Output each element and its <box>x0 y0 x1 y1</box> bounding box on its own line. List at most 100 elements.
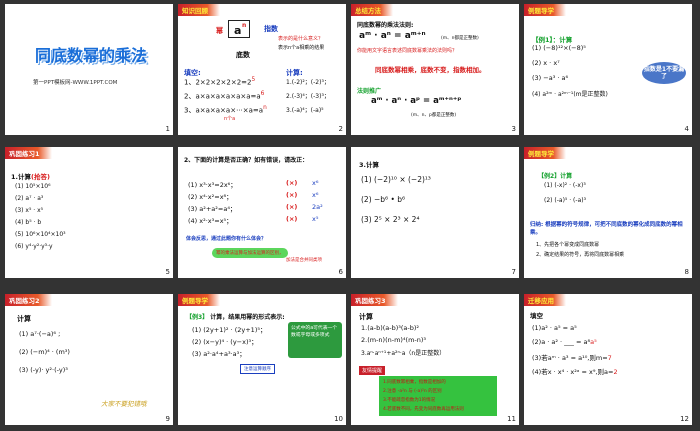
check-item-1: (1) x³·x³=2x⁶； <box>188 181 237 189</box>
check-mark-3: (×) <box>286 203 298 211</box>
slide-4-thumbnail[interactable]: 例题导学 【例1】：计算 (1) (−8)¹²×(−8)⁵ (2) x · x⁷… <box>524 4 692 135</box>
slide-ribbon: 总结方法 <box>351 4 393 16</box>
slide-7-thumbnail[interactable]: 3.计算 (1) (−2)¹⁰ × (−2)¹³ (2) −b⁶ • b⁶ (3… <box>351 147 519 278</box>
question-1: 表示的是什么意义？ <box>278 36 324 42</box>
calc-item-2: (2) (−m)⁴ · (m³) <box>19 348 70 356</box>
example-item-4: (4) a²ᵐ · a²ᵐ⁻¹(m是正整数) <box>532 91 608 98</box>
slide-number: 9 <box>165 415 170 423</box>
exercise-item-3: (3) x⁵ · x⁵ <box>15 207 44 214</box>
fill-item-1: (1)a² · a⁵ = a⁵ <box>532 324 577 332</box>
rule-question: 你能用文字语言表述同底数幂乘法的法则吗？ <box>357 48 458 54</box>
slide-3-thumbnail[interactable]: 总结方法 同底数幂的乘法法则: aᵐ · aⁿ = aᵐ⁺ⁿ (m、n都是正整数… <box>351 4 519 135</box>
correct-answer-2: x⁶ <box>312 191 319 199</box>
example-label: 【例3】 <box>186 314 209 321</box>
rule-title: 同底数幂的乘法法则: <box>357 22 414 29</box>
slide-number: 12 <box>680 415 689 423</box>
fill-item-1: 1、2×2×2×2×2=25 <box>184 77 256 87</box>
question-2: 表示n个a相乘的结果 <box>278 45 325 51</box>
tips-box: 1.同底数幂相乘，指数是相加的 2.注意 -a²n 与 (-a)²n 的区别 3… <box>379 376 497 416</box>
example-item-2: (2) (-a)⁵ · (-a)³ <box>544 197 586 204</box>
slide-ribbon: 迁移应用 <box>524 294 566 306</box>
fill-item-3: (3)若aᵐ · a³ = a¹⁰,则m=7 <box>532 354 612 362</box>
example-item-1: (1) (2y+1)² · (2y+1)⁵； <box>192 326 267 334</box>
reflect-prompt: 体会反思，通过此题你有什么体会？ <box>186 236 267 242</box>
slide-number: 1 <box>165 125 170 133</box>
example-text: 计算，结果用幂的形式表示: <box>210 314 285 321</box>
ext-formula: aᵐ · aⁿ · aᵖ = aᵐ⁺ⁿ⁺ᵖ <box>371 96 462 106</box>
fill-item-2: (2)a · a² · ___ = a⁸a⁵ <box>532 338 597 346</box>
calc-item-1: (1) (−2)¹⁰ × (−2)¹³ <box>361 175 431 184</box>
exercise-item-2: (2) a⁷ · a³ <box>15 195 44 202</box>
rule-condition: (m、n都是正整数) <box>441 36 479 41</box>
slide-number: 11 <box>507 415 516 423</box>
slide-number: 2 <box>338 125 343 133</box>
tip-2: 2.注意 -a²n 与 (-a)²n 的区别 <box>383 389 442 394</box>
exercise-item-5: (5) 10⁶×10⁴×10³ <box>15 231 66 238</box>
exercise-item-1: (1) 10⁵×10⁶ <box>15 183 51 190</box>
slide-11-thumbnail[interactable]: 巩固练习3 计算 1.(a-b)(a-b)³(a-b)² 2.(m-n)(n-m… <box>351 294 519 425</box>
example-label: 【例2】计算 <box>538 173 573 180</box>
calc-item-3: (3) (-y)· y²·(-y)³ <box>19 366 68 374</box>
fill-item-2: 2、a×a×a×a×a×a=a6 <box>184 91 265 101</box>
order-note: 注意运算顺序 <box>240 364 275 374</box>
calc-item-1: 1.(-2)²；(-2)³； <box>286 79 330 86</box>
exercise-item-6: (6) y⁴·y²·y³·y <box>15 243 53 250</box>
slide-1-thumbnail[interactable]: 同底数幂的乘法 第一PPT模板网-WWW.1PPT.COM 1 <box>5 4 173 135</box>
slide-number: 3 <box>511 125 516 133</box>
footer-word: 大家不要犯错哦 <box>101 400 147 408</box>
calc-item-3: 3.(-a)⁴；(-a)⁵ <box>286 107 324 114</box>
slide-number: 6 <box>338 268 343 276</box>
hint-bubble: 指数是1不要漏了 <box>642 62 686 84</box>
slide-title: 同底数幂的乘法 <box>35 46 148 65</box>
correct-answer-1: x⁶ <box>312 179 319 187</box>
check-item-2: (2) x⁴·x²=x⁸； <box>188 193 233 201</box>
check-mark-1: (×) <box>286 179 298 187</box>
example-label: 【例1】：计算 <box>532 36 573 44</box>
slide-6-thumbnail[interactable]: 2、下面的计算是否正确？如有错误，请改正： (1) x³·x³=2x⁶； (2)… <box>178 147 346 278</box>
calc-note: (抢答) <box>31 173 50 181</box>
slide-number: 7 <box>511 268 516 276</box>
slide-2-thumbnail[interactable]: 知识回顾 幂 a n 指数 底数 表示的是什么意义？ 表示n个a相乘的结果 填空… <box>178 4 346 135</box>
calc-label: 计算 <box>17 315 31 323</box>
slide-ribbon: 巩固练习1 <box>5 147 52 159</box>
ext-condition: (m、n、p都是正整数) <box>411 113 457 118</box>
slide-number: 10 <box>334 415 343 423</box>
slide-10-thumbnail[interactable]: 例题导学 【例3】 计算，结果用幂的形式表示: (1) (2y+1)² · (2… <box>178 294 346 425</box>
calc-item-2: (2) −b⁶ • b⁶ <box>361 195 406 204</box>
calc-item-2: 2.(-3)⁴；(-3)³； <box>286 93 330 100</box>
power-box: a n <box>228 20 250 38</box>
slide-5-thumbnail[interactable]: 巩固练习1 1.计算(抢答) (1) 10⁵×10⁶ (2) a⁷ · a³ (… <box>5 147 173 278</box>
slide-9-thumbnail[interactable]: 巩固练习2 计算 (1) a⁷·(−a)⁶ ; (2) (−m)⁴ · (m³)… <box>5 294 173 425</box>
check-item-4: (4) x²·x³=x⁵； <box>188 217 233 225</box>
rule-text: 同底数幂相乘，底数不变，指数相加。 <box>375 66 486 74</box>
slide-footer: 第一PPT模板网-WWW.1PPT.COM <box>33 80 118 86</box>
calc-item-3: (3) 2⁵ × 2³ × 2⁴ <box>361 215 420 224</box>
calc-item-3: 3.aⁿ·aⁿ⁺¹+a²ⁿ·a（n是正整数） <box>361 350 446 357</box>
exp-label: 指数 <box>264 25 278 33</box>
check-item-3: (3) a²+a²=a⁴； <box>188 205 237 213</box>
calc-item-1: (1) a⁷·(−a)⁶ ; <box>19 330 61 338</box>
calc-item-1: 1.(a-b)(a-b)³(a-b)² <box>361 324 419 332</box>
slide-ribbon: 知识回顾 <box>178 4 220 16</box>
slide-ribbon: 巩固练习2 <box>5 294 52 306</box>
example-item-2: (2) (x−y)⁴ · (y−x)³； <box>192 338 258 346</box>
slide-ribbon: 例题导学 <box>524 4 566 16</box>
slide-ribbon: 例题导学 <box>178 294 220 306</box>
calc-label: 1.计算 <box>11 173 31 181</box>
step-1: 1、先把各个幂变成同底数幂 <box>536 242 600 248</box>
summary-text: 归纳: 根据幂的符号规律，可把不同底数的幂化成同底数的幂相乘。 <box>530 222 683 236</box>
slide-8-thumbnail[interactable]: 例题导学 【例2】计算 (1) (-x)² · (-x)³ (2) (-a)⁵ … <box>524 147 692 278</box>
tip-4: 4.若底数不同，先变为同底数再运用法则 <box>383 407 464 412</box>
slide-12-thumbnail[interactable]: 迁移应用 填空 (1)a² · a⁵ = a⁵ (2)a · a² · ___ … <box>524 294 692 425</box>
n-note: n个a <box>224 116 236 122</box>
formula-bubble: 公式中的a可代表一个数或字母或多项式 <box>288 322 342 358</box>
example-item-1: (1) (−8)¹²×(−8)⁵ <box>532 44 586 52</box>
base-word: 底数 <box>236 51 250 59</box>
step-2: 2、确定结果的符号，再将同底数幂相乘 <box>536 252 625 258</box>
correct-answer-4: x⁵ <box>312 215 319 223</box>
tip-1: 1.同底数幂相乘，指数是相加的 <box>383 380 446 385</box>
check-mark-2: (×) <box>286 191 298 199</box>
fill-item-4: (4)若x · x⁴ · x²ᵃ = x⁹,则a=2 <box>532 368 618 376</box>
calc-item-2: 2.(m-n)(n-m)⁴(m-n)³ <box>361 336 427 344</box>
fill-item-3: 3、a×a×a×a×···×a=an <box>184 105 267 115</box>
